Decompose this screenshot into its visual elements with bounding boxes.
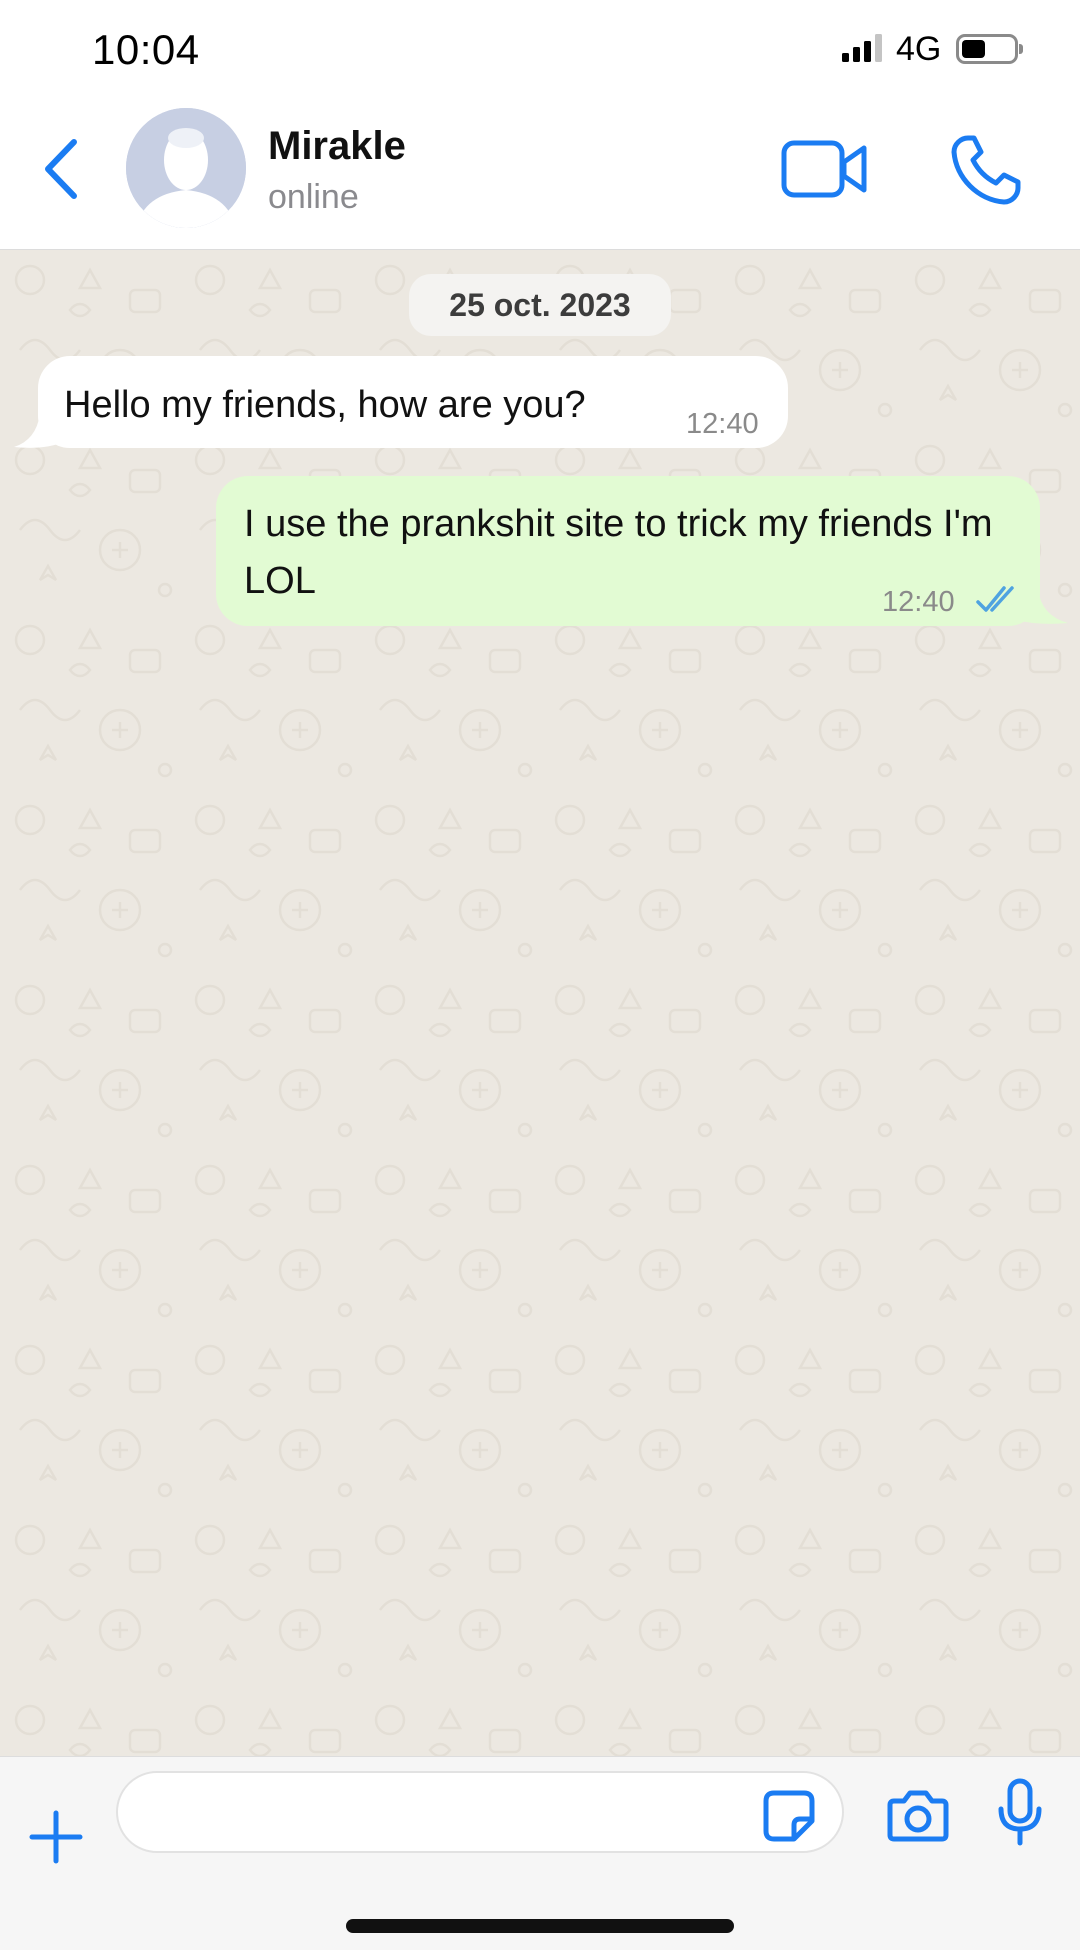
chevron-left-icon [45,139,77,199]
battery-tip [1019,44,1023,54]
input-bar [0,1756,1080,1950]
back-button[interactable] [36,134,96,204]
microphone-button[interactable] [996,1777,1044,1849]
camera-button[interactable] [886,1785,950,1845]
outgoing-message-time: 12:40 [882,586,955,618]
plus-icon [29,1810,83,1864]
attach-button[interactable] [26,1807,86,1867]
contact-name[interactable]: Mirakle [268,124,406,169]
message-input[interactable] [116,1771,844,1853]
chat-area[interactable]: 25 oct. 2023 Hello my friends, how are y… [0,250,1080,1756]
voice-call-button[interactable] [948,132,1024,208]
home-indicator [346,1919,734,1933]
chat-header: Mirakle online [0,100,1080,250]
video-camera-icon [781,140,867,198]
sticker-icon [763,1790,815,1842]
incoming-message-text: Hello my friends, how are you? [64,384,586,426]
sticker-button[interactable] [762,1789,816,1843]
battery-icon [956,34,1018,64]
avatar-placeholder-icon [126,108,246,228]
contact-status: online [268,178,359,216]
date-separator: 25 oct. 2023 [409,274,671,336]
network-label: 4G [896,30,942,68]
signal-strength-icon [842,34,882,62]
status-bar: 10:04 4G [0,0,1080,100]
camera-icon [887,1790,949,1842]
status-time: 10:04 [92,26,200,73]
video-call-button[interactable] [780,138,870,200]
phone-icon [951,135,1021,205]
battery-level-fill [962,40,985,58]
double-check-icon [976,586,1014,612]
microphone-icon [998,1778,1042,1846]
incoming-message-time: 12:40 [686,408,759,440]
avatar[interactable] [126,108,246,228]
